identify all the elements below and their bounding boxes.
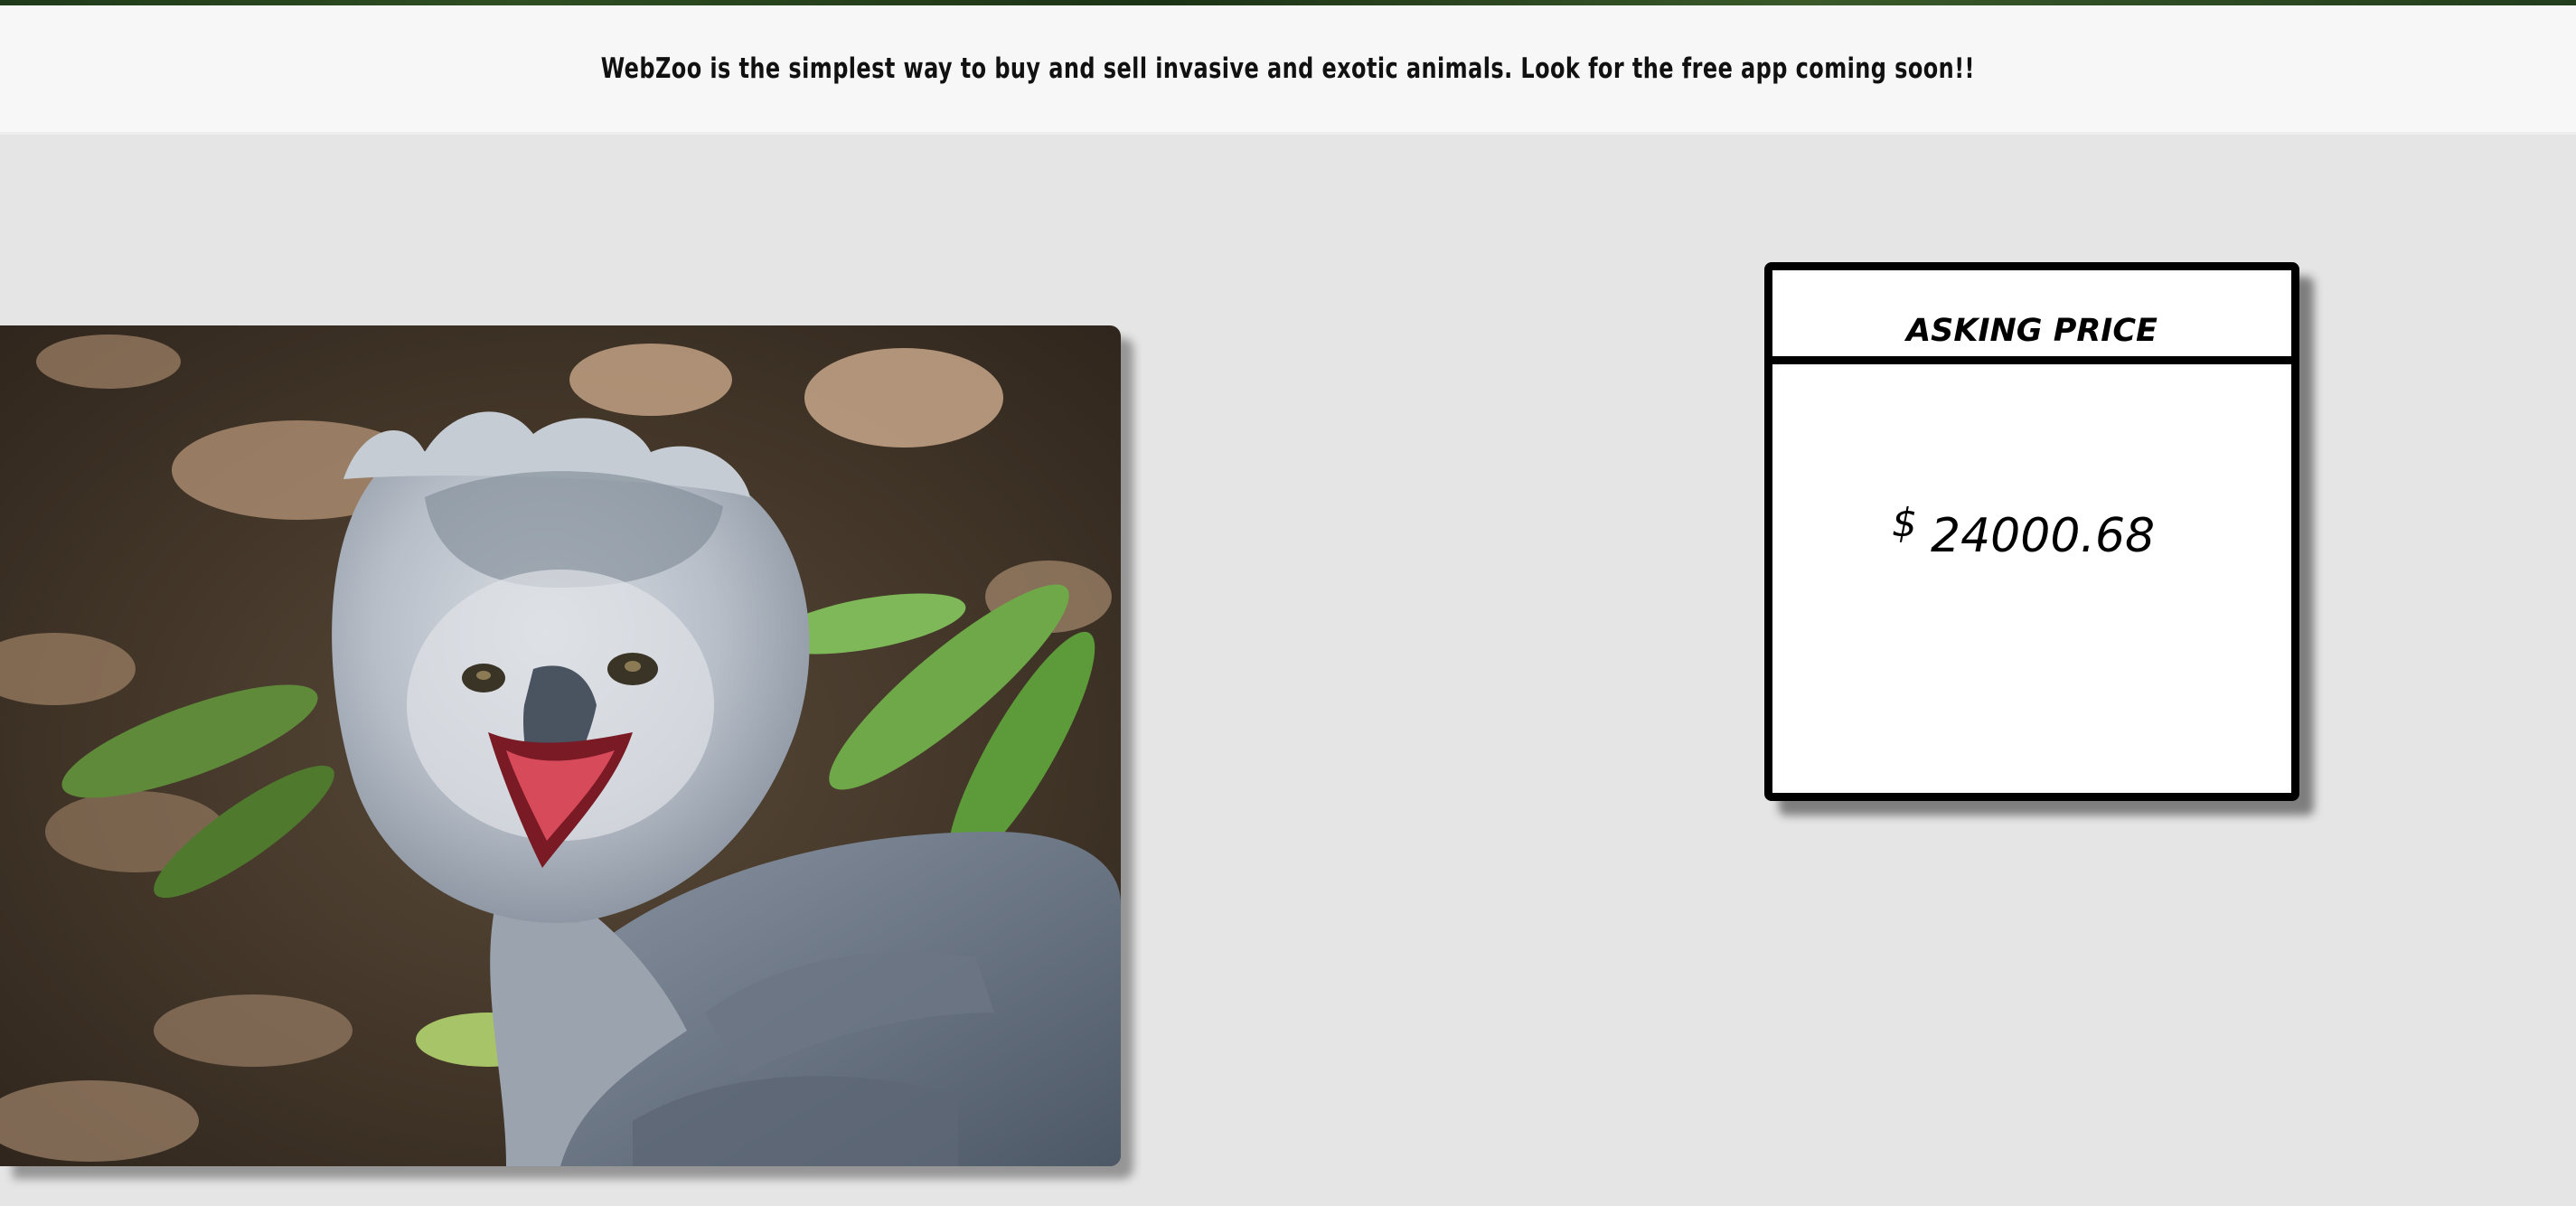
site-banner: WebZoo is the simplest way to buy and se… <box>0 5 2576 135</box>
currency-symbol: $ <box>1892 500 1917 546</box>
eagle-image <box>0 325 1121 1166</box>
price-card-header: ASKING PRICE <box>1772 270 2291 364</box>
price-amount: 24000.68 <box>1931 509 2156 563</box>
animal-photo <box>0 325 1121 1166</box>
asking-price-card: ASKING PRICE $ 24000.68 <box>1764 262 2299 801</box>
banner-tagline: WebZoo is the simplest way to buy and se… <box>600 52 1976 85</box>
asking-price-title: ASKING PRICE <box>1906 313 2158 349</box>
price-card-body: $ 24000.68 <box>1772 364 2291 789</box>
